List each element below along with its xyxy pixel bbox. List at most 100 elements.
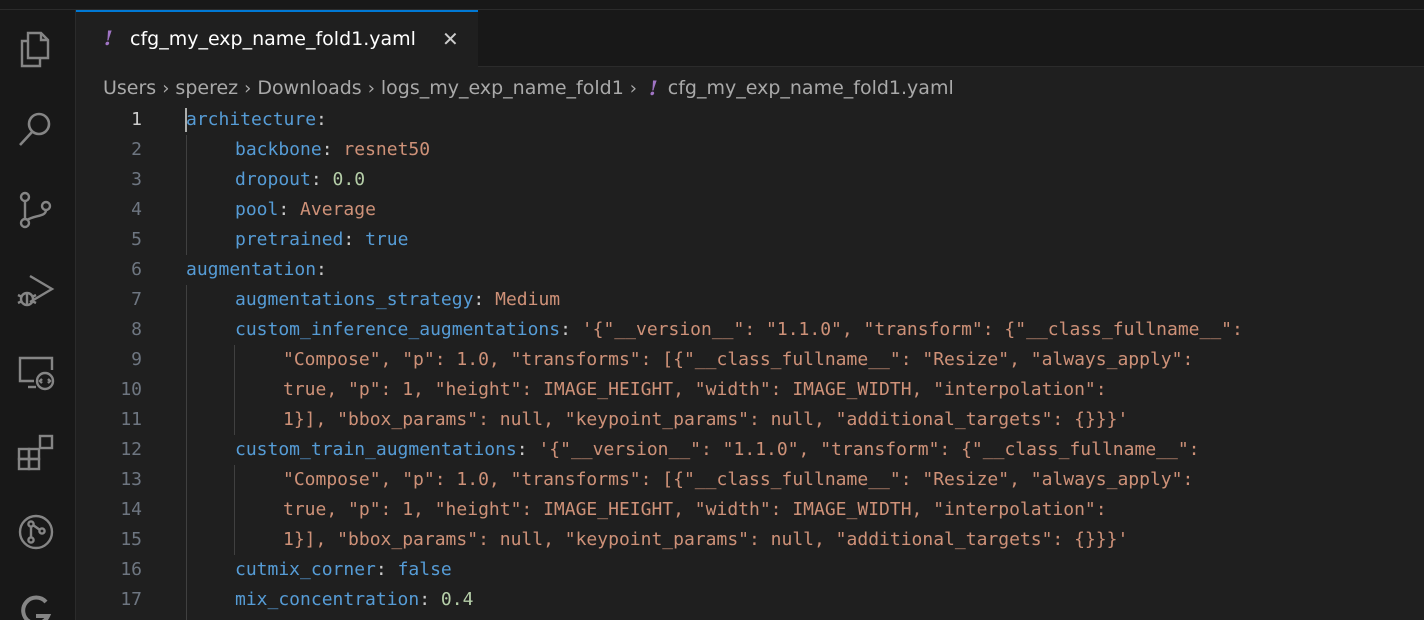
- tab-label: cfg_my_exp_name_fold1.yaml: [130, 28, 416, 50]
- line-number: 14: [120, 499, 142, 520]
- yaml-value: 0.0: [332, 169, 366, 190]
- code-line: 13 "Compose", "p": 1.0, "transforms": [{…: [76, 465, 1424, 495]
- yaml-value: '{"__version__": "1.1.0", "transform": {…: [538, 439, 1200, 460]
- code-line: 12 custom_train_augmentations: '{"__vers…: [76, 435, 1424, 465]
- search-icon[interactable]: [14, 107, 58, 151]
- github-icon[interactable]: [14, 510, 58, 554]
- editor-tab-bar: ! cfg_my_exp_name_fold1.yaml ✕: [76, 10, 1424, 67]
- code-text: architecture:: [186, 109, 327, 130]
- breadcrumb-item-logs-folder[interactable]: logs_my_exp_name_fold1: [381, 77, 624, 99]
- line-number: 12: [120, 439, 142, 460]
- yaml-value: resnet50: [343, 139, 431, 160]
- chevron-right-icon: ›: [244, 77, 252, 99]
- code-text: "Compose", "p": 1.0, "transforms": [{"__…: [283, 349, 1194, 370]
- code-line: 6 augmentation:: [76, 255, 1424, 285]
- code-line: 9 "Compose", "p": 1.0, "transforms": [{"…: [76, 345, 1424, 375]
- yaml-key: backbone: [235, 139, 322, 160]
- breadcrumb-item-sperez[interactable]: sperez: [175, 77, 238, 99]
- line-number: 16: [120, 559, 142, 580]
- line-number: 13: [120, 469, 142, 490]
- code-text: true, "p": 1, "height": IMAGE_HEIGHT, "w…: [283, 499, 1107, 520]
- code-text: pretrained: true: [235, 229, 409, 250]
- chevron-right-icon: ›: [629, 77, 637, 99]
- yaml-key: augmentation: [186, 259, 317, 280]
- title-strip: [0, 0, 1424, 10]
- yaml-key: augmentations_strategy: [235, 289, 474, 310]
- code-editor[interactable]: 1 architecture: 2 backbone: resnet50 3 d…: [76, 105, 1424, 620]
- breadcrumb-item-users[interactable]: Users: [103, 77, 156, 99]
- line-number: 4: [131, 199, 142, 220]
- run-debug-icon[interactable]: [14, 268, 58, 312]
- extensions-icon[interactable]: [14, 430, 58, 474]
- yaml-key: mix_concentration: [235, 589, 420, 610]
- line-number: 5: [131, 229, 142, 250]
- yaml-file-icon: !: [104, 26, 113, 50]
- yaml-key: custom_train_augmentations: [235, 439, 517, 460]
- yaml-value: Average: [300, 199, 376, 220]
- yaml-key: dropout: [235, 169, 311, 190]
- breadcrumb-item-file[interactable]: cfg_my_exp_name_fold1.yaml: [668, 77, 954, 99]
- code-text: pool: Average: [235, 199, 376, 220]
- code-text: 1}], "bbox_params": null, "keypoint_para…: [283, 529, 1129, 550]
- close-icon[interactable]: ✕: [442, 27, 459, 51]
- code-line: 11 1}], "bbox_params": null, "keypoint_p…: [76, 405, 1424, 435]
- remote-explorer-icon[interactable]: [14, 350, 58, 394]
- code-text: augmentation:: [186, 259, 327, 280]
- line-number: 3: [131, 169, 142, 190]
- line-number: 11: [120, 409, 142, 430]
- explorer-icon[interactable]: [14, 27, 58, 71]
- code-text: "Compose", "p": 1.0, "transforms": [{"__…: [283, 469, 1194, 490]
- yaml-value: true: [365, 229, 409, 250]
- code-text: 1}], "bbox_params": null, "keypoint_para…: [283, 409, 1129, 430]
- line-number: 7: [131, 289, 142, 310]
- source-control-icon[interactable]: [14, 188, 58, 232]
- code-line: 8 custom_inference_augmentations: '{"__v…: [76, 315, 1424, 345]
- tab-cfg-file[interactable]: ! cfg_my_exp_name_fold1.yaml ✕: [76, 10, 478, 67]
- yaml-value: '{"__version__": "1.1.0", "transform": {…: [581, 319, 1243, 340]
- yaml-file-icon: !: [649, 76, 658, 100]
- line-number: 17: [120, 589, 142, 610]
- code-text: augmentations_strategy: Medium: [235, 289, 561, 310]
- yaml-value: false: [397, 559, 452, 580]
- chevron-right-icon: ›: [162, 77, 170, 99]
- code-text: custom_train_augmentations: '{"__version…: [235, 439, 1200, 460]
- line-number: 2: [131, 139, 142, 160]
- activity-bar: [0, 10, 76, 620]
- code-line: 5 pretrained: true: [76, 225, 1424, 255]
- yaml-key: pool: [235, 199, 279, 220]
- line-number: 9: [131, 349, 142, 370]
- yaml-value: Medium: [495, 289, 561, 310]
- code-line: 3 dropout: 0.0: [76, 165, 1424, 195]
- code-line: 17 mix_concentration: 0.4: [76, 585, 1424, 615]
- code-line: 7 augmentations_strategy: Medium: [76, 285, 1424, 315]
- line-number: 1: [131, 109, 142, 130]
- yaml-key: pretrained: [235, 229, 344, 250]
- code-line: 16 cutmix_corner: false: [76, 555, 1424, 585]
- code-text: mix_concentration: 0.4: [235, 589, 474, 610]
- yaml-key: cutmix_corner: [235, 559, 376, 580]
- code-line: 14 true, "p": 1, "height": IMAGE_HEIGHT,…: [76, 495, 1424, 525]
- code-text: dropout: 0.0: [235, 169, 366, 190]
- line-number: 10: [120, 379, 142, 400]
- code-text: custom_inference_augmentations: '{"__ver…: [235, 319, 1243, 340]
- yaml-value: 0.4: [440, 589, 474, 610]
- code-line: 2 backbone: resnet50: [76, 135, 1424, 165]
- breadcrumb-item-downloads[interactable]: Downloads: [257, 77, 361, 99]
- code-text: cutmix_corner: false: [235, 559, 452, 580]
- code-text: backbone: resnet50: [235, 139, 431, 160]
- code-line: 15 1}], "bbox_params": null, "keypoint_p…: [76, 525, 1424, 555]
- vscode-window: ! cfg_my_exp_name_fold1.yaml ✕ Users › s…: [0, 0, 1424, 620]
- code-line: 10 true, "p": 1, "height": IMAGE_HEIGHT,…: [76, 375, 1424, 405]
- line-number: 8: [131, 319, 142, 340]
- code-text: true, "p": 1, "height": IMAGE_HEIGHT, "w…: [283, 379, 1107, 400]
- yaml-key: architecture: [186, 109, 317, 130]
- code-line: 4 pool: Average: [76, 195, 1424, 225]
- yaml-key: custom_inference_augmentations: [235, 319, 561, 340]
- text-cursor: [185, 108, 187, 132]
- chevron-right-icon: ›: [367, 77, 375, 99]
- extension-logo-icon[interactable]: [14, 590, 58, 620]
- line-number: 6: [131, 259, 142, 280]
- code-line: 1 architecture:: [76, 105, 1424, 135]
- line-number: 15: [120, 529, 142, 550]
- breadcrumb: Users › sperez › Downloads › logs_my_exp…: [103, 74, 954, 102]
